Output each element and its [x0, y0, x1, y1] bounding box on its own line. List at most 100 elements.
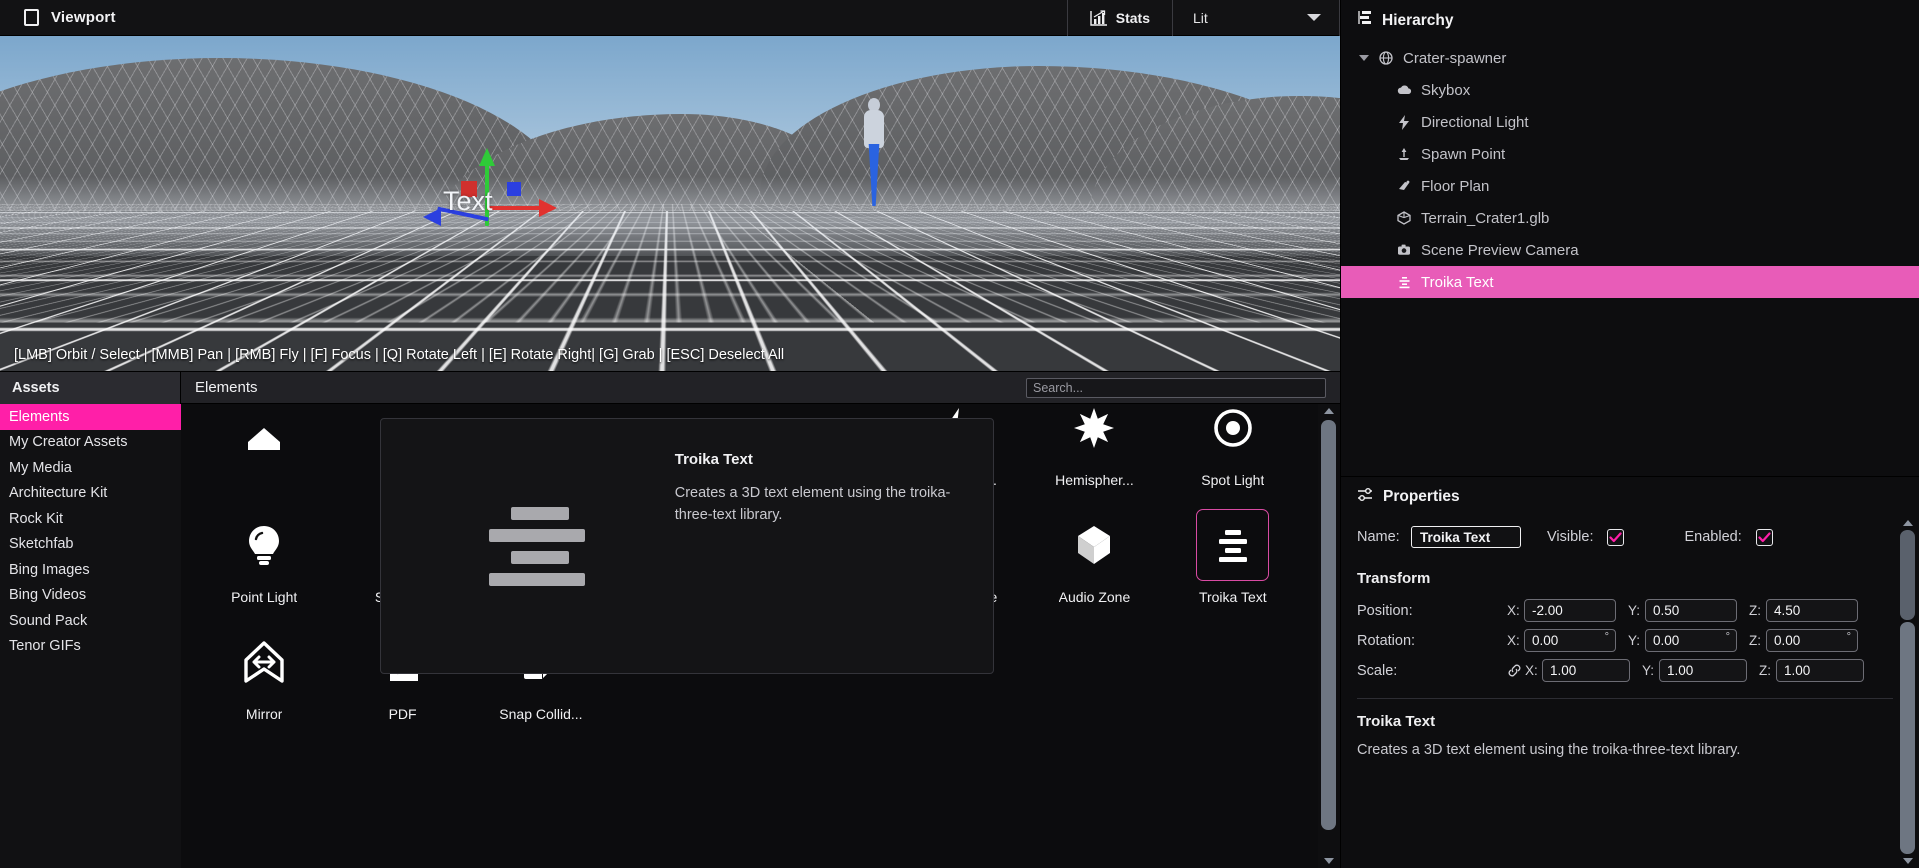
- asset-category-tenor-gifs[interactable]: Tenor GIFs: [0, 634, 181, 660]
- asset-category-my-creator-assets[interactable]: My Creator Assets: [0, 430, 181, 456]
- hierarchy-node-label: Skybox: [1421, 81, 1471, 99]
- asset-category-elements[interactable]: Elements: [0, 404, 181, 430]
- position-y-field[interactable]: Y: 0.50: [1628, 599, 1737, 622]
- degree-unit: °: [1846, 631, 1851, 643]
- hierarchy-node-directional-light[interactable]: Directional Light: [1341, 106, 1919, 138]
- shading-mode-dropdown[interactable]: Lit: [1172, 0, 1340, 36]
- transform-gizmo[interactable]: Text: [415, 146, 565, 256]
- assets-content: Elements Directional ...Hemispher...Spot…: [181, 372, 1340, 868]
- rotation-label: Rotation:: [1357, 632, 1416, 649]
- rotation-x-input[interactable]: 0.00 °: [1524, 629, 1616, 652]
- hierarchy-node-crater-spawner[interactable]: Crater-spawner: [1341, 42, 1919, 74]
- stats-button[interactable]: Stats: [1066, 0, 1172, 36]
- gizmo-axis-x[interactable]: [487, 206, 543, 210]
- visible-checkbox[interactable]: [1607, 528, 1625, 546]
- element-tile-troika-text[interactable]: Troika Text: [1164, 497, 1302, 610]
- stats-label: Stats: [1115, 9, 1150, 26]
- viewport-3d-canvas[interactable]: Text [LMB] Orbit / Select | [MMB] Pan | …: [0, 36, 1340, 371]
- search-input[interactable]: [1026, 377, 1326, 398]
- scale-z-input[interactable]: 1.00: [1776, 659, 1864, 682]
- asset-category-label: Architecture Kit: [9, 485, 108, 502]
- rotation-y-field[interactable]: Y: 0.00 °: [1628, 629, 1737, 652]
- element-tile-label: Hemispher...: [1055, 472, 1134, 488]
- scrollbar-thumb[interactable]: [1900, 530, 1915, 620]
- spawn-point-icon: [1393, 147, 1415, 161]
- element-description-text: Troika Text Creates a 3D text element us…: [675, 419, 993, 673]
- element-tile-label: Troika Text: [1198, 589, 1267, 605]
- scrollbar-thumb[interactable]: [1321, 420, 1336, 830]
- scrollbar-track[interactable]: [1318, 418, 1340, 854]
- scrollbar-track[interactable]: [1897, 530, 1919, 854]
- element-tile-label: Mirror: [245, 706, 283, 722]
- asset-category-my-media[interactable]: My Media: [0, 455, 181, 481]
- axis-x-label: X:: [1507, 603, 1520, 618]
- element-preview: [381, 419, 675, 673]
- asset-category-rock-kit[interactable]: Rock Kit: [0, 506, 181, 532]
- axis-x-label: X:: [1507, 633, 1520, 648]
- hierarchy-node-terrain-crater1-glb[interactable]: Terrain_Crater1.glb: [1341, 202, 1919, 234]
- hierarchy-node-troika-text[interactable]: Troika Text: [1341, 266, 1919, 298]
- gizmo-object-label: Text: [443, 186, 493, 216]
- gizmo-plane-yz[interactable]: [507, 182, 521, 196]
- hierarchy-tree: Crater-spawner Skybox Directional Light Spa…: [1341, 40, 1919, 298]
- rotation-z-input[interactable]: 0.00 °: [1766, 629, 1858, 652]
- asset-category-bing-images[interactable]: Bing Images: [0, 557, 181, 583]
- properties-body: Name: Visible: Enabled: Transform Positi…: [1341, 516, 1919, 868]
- assets-scrollbar[interactable]: [1318, 404, 1340, 868]
- transform-section-title: Transform: [1357, 570, 1431, 587]
- rotation-x-field[interactable]: X: 0.00 °: [1507, 629, 1616, 652]
- assets-category-list: Elements My Creator Assets My Media Archite…: [0, 404, 181, 659]
- hierarchy-node-spawn-point[interactable]: Spawn Point: [1341, 138, 1919, 170]
- asset-category-label: Bing Videos: [9, 587, 87, 604]
- scale-y-field[interactable]: Y: 1.00: [1642, 659, 1747, 682]
- left-column: Viewport Stats Lit Text [LMB] Orbit / Se…: [0, 0, 1340, 868]
- element-tile-hemispher[interactable]: Hemispher...: [1025, 404, 1163, 493]
- scale-x-field[interactable]: X: 1.00: [1525, 659, 1630, 682]
- element-tile-mirror[interactable]: Mirror: [195, 614, 333, 727]
- gizmo-arrow-z: [423, 208, 441, 226]
- name-field[interactable]: [1411, 526, 1521, 548]
- element-tile-audio-zone[interactable]: Audio Zone: [1025, 497, 1163, 610]
- name-label: Name:: [1357, 529, 1400, 545]
- asset-category-label: Tenor GIFs: [9, 638, 81, 655]
- asset-category-label: Bing Images: [9, 561, 90, 578]
- asset-category-bing-videos[interactable]: Bing Videos: [0, 583, 181, 609]
- hierarchy-node-floor-plan[interactable]: Floor Plan: [1341, 170, 1919, 202]
- hierarchy-node-skybox[interactable]: Skybox: [1341, 74, 1919, 106]
- asset-category-sound-pack[interactable]: Sound Pack: [0, 608, 181, 634]
- asset-category-architecture-kit[interactable]: Architecture Kit: [0, 481, 181, 507]
- element-type-title: Troika Text: [1357, 713, 1436, 730]
- assets-grid-scroll-region: Directional ...Hemispher...Spot LightPoi…: [181, 404, 1340, 868]
- chevron-down-icon[interactable]: [1353, 55, 1375, 61]
- rotation-z-field[interactable]: Z: 0.00 °: [1749, 629, 1858, 652]
- scroll-up-arrow-icon[interactable]: [1318, 404, 1340, 418]
- scale-y-input[interactable]: 1.00: [1659, 659, 1747, 682]
- scrollbar-track-remainder[interactable]: [1900, 622, 1915, 854]
- element-tile-spot-light[interactable]: Spot Light: [1164, 404, 1302, 493]
- scale-x-input[interactable]: 1.00: [1542, 659, 1630, 682]
- axis-z-label: Z:: [1749, 603, 1761, 618]
- properties-scrollbar[interactable]: [1897, 516, 1919, 868]
- position-x-field[interactable]: X: -2.00: [1507, 599, 1616, 622]
- text-lines-icon: [1196, 509, 1270, 581]
- scale-z-field[interactable]: Z: 1.00: [1759, 659, 1864, 682]
- position-x-input[interactable]: -2.00: [1524, 599, 1616, 622]
- enabled-checkbox[interactable]: [1755, 528, 1773, 546]
- mirror-arrows-icon: [228, 626, 301, 698]
- link-icon[interactable]: [1507, 663, 1523, 678]
- position-z-field[interactable]: Z: 4.50: [1749, 599, 1858, 622]
- scroll-down-arrow-icon[interactable]: [1897, 854, 1919, 868]
- asset-category-sketchfab[interactable]: Sketchfab: [0, 532, 181, 558]
- axis-y-label: Y:: [1642, 663, 1655, 678]
- position-y-input[interactable]: 0.50: [1645, 599, 1737, 622]
- scroll-down-arrow-icon[interactable]: [1318, 854, 1340, 868]
- hierarchy-node-scene-preview-camera[interactable]: Scene Preview Camera: [1341, 234, 1919, 266]
- rotation-y-input[interactable]: 0.00 °: [1645, 629, 1737, 652]
- position-z-input[interactable]: 4.50: [1766, 599, 1858, 622]
- assets-category-rail: Assets Elements My Creator Assets My Media…: [0, 372, 181, 868]
- sunburst-icon: [1058, 404, 1131, 464]
- scroll-up-arrow-icon[interactable]: [1897, 516, 1919, 530]
- element-tile-partial[interactable]: [195, 404, 333, 493]
- element-tile-point-light[interactable]: Point Light: [195, 497, 333, 610]
- asset-category-label: Sketchfab: [9, 536, 74, 553]
